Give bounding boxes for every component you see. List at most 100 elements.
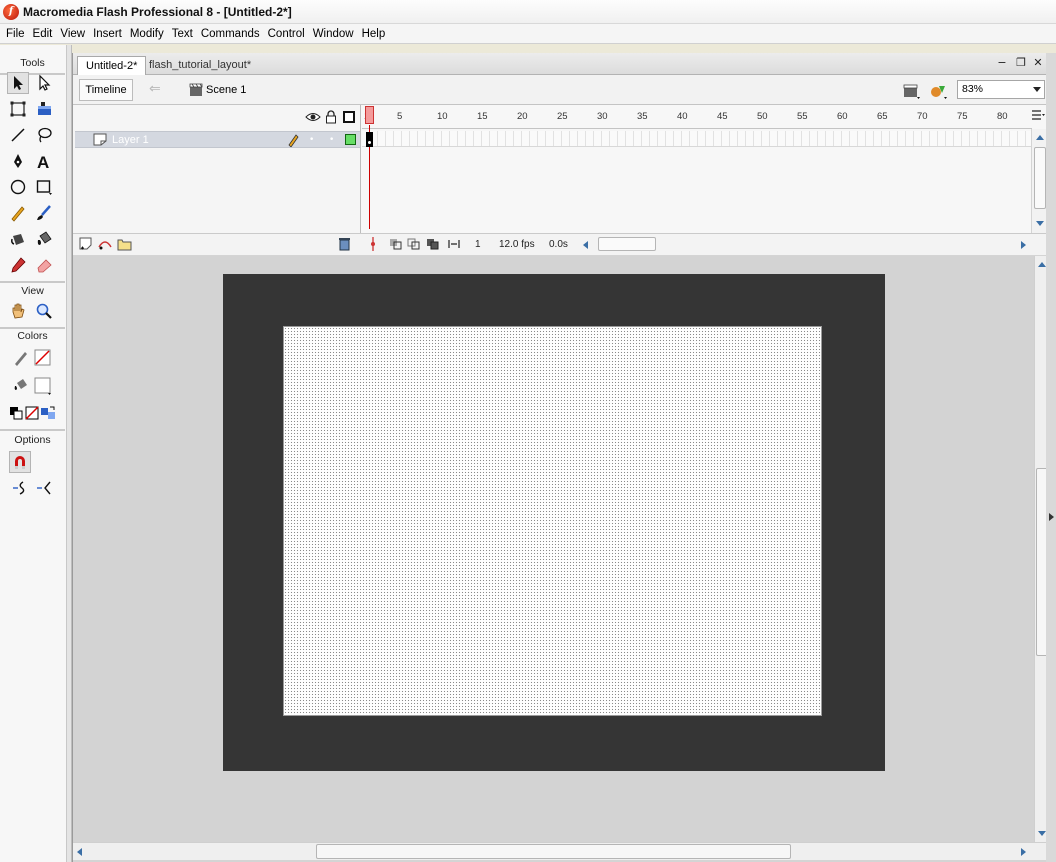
window-title: Macromedia Flash Professional 8 - [Untit…	[23, 4, 292, 19]
stage-canvas[interactable]	[283, 326, 822, 716]
onion-skin-outlines-icon[interactable]	[407, 238, 421, 250]
stroke-color-pencil-icon[interactable]	[10, 347, 32, 369]
stage-hscroll-thumb[interactable]	[316, 844, 791, 859]
scroll-down-icon[interactable]	[1036, 221, 1044, 226]
tab-flash-tutorial-layout[interactable]: flash_tutorial_layout*	[141, 56, 259, 75]
scene-label[interactable]: Scene 1	[206, 84, 246, 96]
hand-tool-icon[interactable]	[7, 300, 29, 322]
timeline-status-bar: 1 12.0 fps 0.0s	[73, 233, 1056, 255]
scroll-up-icon[interactable]	[1038, 262, 1046, 267]
eye-icon[interactable]	[305, 111, 321, 123]
close-icon[interactable]: ✕	[1031, 56, 1045, 70]
minimize-icon[interactable]: −	[995, 56, 1009, 70]
outline-toggle-icon[interactable]	[343, 111, 355, 123]
ruler-number: 45	[717, 111, 728, 122]
text-tool-icon[interactable]: A	[33, 150, 55, 172]
panel-collapse-strip[interactable]	[1046, 53, 1056, 862]
edit-bar: Timeline ⇐ Scene 1 83%	[73, 75, 1056, 105]
lock-icon[interactable]	[325, 110, 337, 124]
selection-tool-icon[interactable]	[7, 72, 29, 94]
eraser-tool-icon[interactable]	[33, 254, 55, 276]
smooth-icon[interactable]	[9, 477, 31, 499]
menu-edit[interactable]: Edit	[29, 24, 57, 44]
ruler-number: 35	[637, 111, 648, 122]
rectangle-tool-icon[interactable]	[33, 176, 55, 198]
layer-frames[interactable]	[362, 131, 1032, 147]
pencil-tool-icon[interactable]	[7, 202, 29, 224]
scroll-up-icon[interactable]	[1036, 135, 1044, 140]
zoom-tool-icon[interactable]	[33, 300, 55, 322]
timeline-options-icon[interactable]	[1031, 109, 1045, 121]
flash-app-icon[interactable]: f	[3, 3, 19, 20]
menu-insert[interactable]: Insert	[89, 24, 126, 44]
menu-view[interactable]: View	[56, 24, 89, 44]
frames-pane: 1 5 10 15 20 25 30 35 40 45 50 55 60 65 …	[362, 105, 1032, 235]
ruler-number: 25	[557, 111, 568, 122]
gradient-transform-tool-icon[interactable]	[33, 98, 55, 120]
straighten-icon[interactable]	[33, 477, 55, 499]
scroll-left-icon[interactable]	[77, 848, 82, 856]
layer-color-swatch[interactable]	[345, 134, 356, 145]
timeline-toggle-button[interactable]: Timeline	[79, 79, 133, 101]
back-arrow-icon[interactable]: ⇐	[149, 81, 161, 97]
menu-help[interactable]: Help	[358, 24, 390, 44]
pen-tool-icon[interactable]	[7, 150, 29, 172]
frame-rate[interactable]: 12.0 fps	[499, 239, 535, 250]
menu-window[interactable]: Window	[309, 24, 358, 44]
trash-icon[interactable]	[338, 237, 351, 251]
document-window: Untitled-2* flash_tutorial_layout* − ❐ ✕…	[72, 53, 1056, 862]
edit-scene-icon[interactable]	[903, 83, 921, 99]
layer-row[interactable]: Layer 1 • •	[75, 131, 360, 148]
line-tool-icon[interactable]	[7, 124, 29, 146]
timeline-vscrollbar[interactable]	[1031, 129, 1047, 233]
expand-panel-icon[interactable]	[1049, 513, 1054, 521]
zoom-select[interactable]: 83%	[957, 80, 1045, 99]
elapsed-time: 0.0s	[549, 239, 568, 250]
stroke-color-swatch[interactable]	[32, 347, 54, 369]
fill-color-bucket-icon[interactable]	[10, 375, 32, 397]
add-motion-guide-icon[interactable]	[97, 237, 113, 251]
playhead[interactable]	[365, 106, 374, 124]
brush-tool-icon[interactable]	[33, 202, 55, 224]
oval-tool-icon[interactable]	[7, 176, 29, 198]
visibility-dot-icon[interactable]: •	[309, 135, 314, 145]
menu-commands[interactable]: Commands	[197, 24, 264, 44]
scroll-right-icon[interactable]	[1021, 848, 1026, 856]
menu-modify[interactable]: Modify	[126, 24, 168, 44]
lock-dot-icon[interactable]: •	[329, 135, 334, 145]
swap-colors-icon[interactable]	[37, 402, 59, 424]
lasso-tool-icon[interactable]	[33, 124, 55, 146]
stage-hscrollbar[interactable]	[73, 842, 1050, 860]
current-frame: 1	[475, 239, 481, 250]
modify-onion-markers-icon[interactable]	[447, 238, 461, 250]
edit-multiple-frames-icon[interactable]	[426, 238, 440, 250]
menu-file[interactable]: File	[2, 24, 29, 44]
ink-bottle-tool-icon[interactable]	[7, 228, 29, 250]
scroll-down-icon[interactable]	[1038, 831, 1046, 836]
tab-untitled-2[interactable]: Untitled-2*	[77, 56, 147, 75]
insert-layer-icon[interactable]	[79, 237, 94, 251]
subselection-tool-icon[interactable]	[33, 72, 55, 94]
insert-folder-icon[interactable]	[117, 237, 132, 251]
layer-name[interactable]: Layer 1	[112, 134, 149, 146]
timeline-vscroll-thumb[interactable]	[1034, 147, 1046, 209]
menu-text[interactable]: Text	[168, 24, 197, 44]
frame-ruler[interactable]: 1 5 10 15 20 25 30 35 40 45 50 55 60 65 …	[362, 105, 1032, 129]
tools-panel: Tools A View Colors Options	[0, 45, 67, 862]
center-frame-icon[interactable]	[369, 237, 377, 251]
edit-symbols-icon[interactable]	[930, 83, 948, 99]
restore-icon[interactable]: ❐	[1014, 56, 1028, 70]
eyedropper-tool-icon[interactable]	[7, 254, 29, 276]
keyframe[interactable]	[366, 132, 373, 147]
free-transform-tool-icon[interactable]	[7, 98, 29, 120]
scroll-left-icon[interactable]	[583, 241, 588, 249]
onion-skin-icon[interactable]	[389, 238, 403, 250]
menu-control[interactable]: Control	[264, 24, 309, 44]
keyframe-dot	[368, 141, 371, 144]
snap-magnet-icon[interactable]	[9, 451, 31, 473]
scroll-right-icon[interactable]	[1021, 241, 1026, 249]
stage-workspace[interactable]	[73, 256, 1034, 842]
paint-bucket-tool-icon[interactable]	[33, 228, 55, 250]
fill-color-swatch[interactable]	[32, 375, 54, 397]
timeline-hscroll-thumb[interactable]	[598, 237, 656, 251]
